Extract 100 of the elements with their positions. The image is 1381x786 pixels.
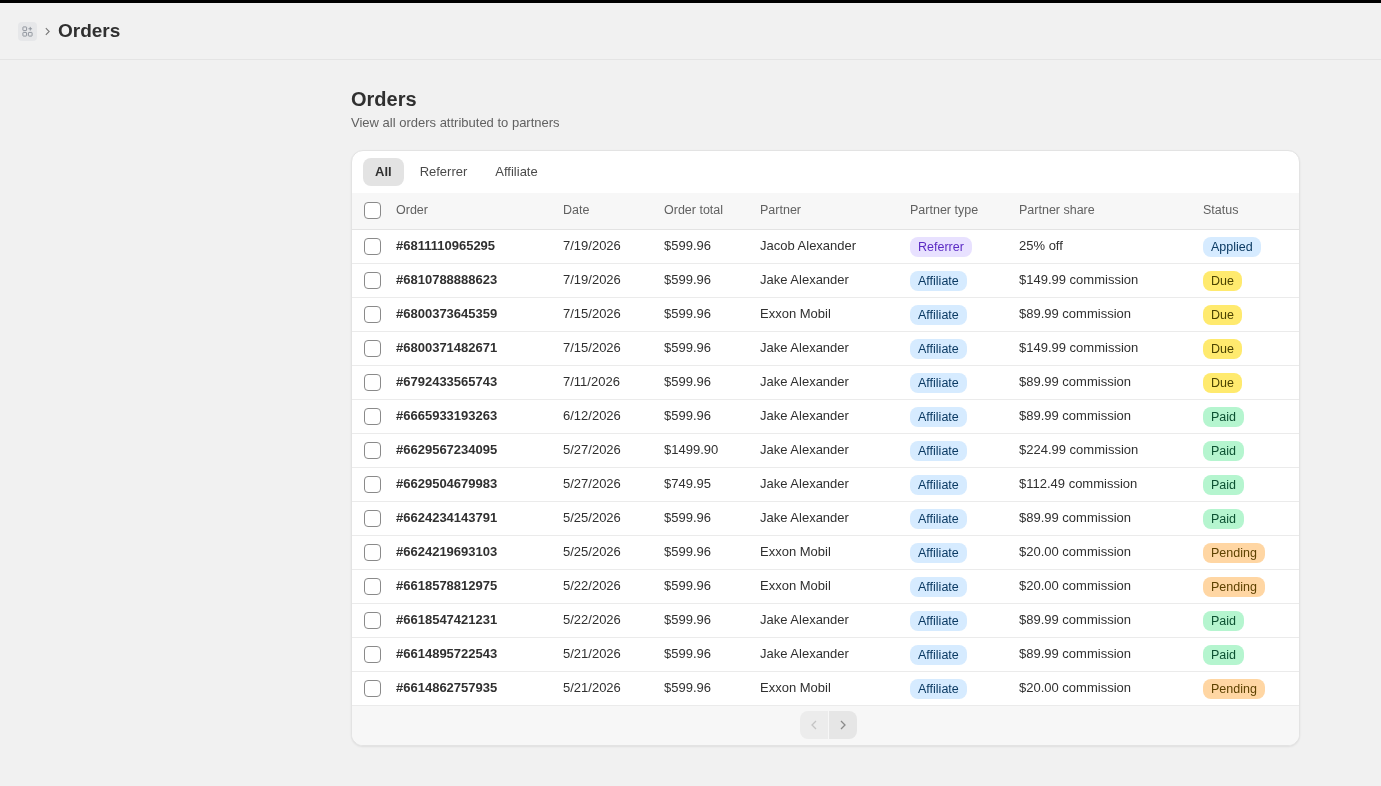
filter-tab[interactable]: Referrer — [407, 157, 480, 186]
partner-share: $149.99 commission — [1019, 271, 1139, 290]
checkbox[interactable] — [364, 305, 381, 323]
partner-name: Jake Alexander — [760, 271, 849, 290]
order-number[interactable]: #6624219693103 — [396, 542, 498, 562]
partner-share: $112.49 commission — [1019, 475, 1138, 494]
order-number[interactable]: #6800371482671 — [396, 338, 498, 358]
partner-share: $89.99 commission — [1019, 305, 1131, 324]
status-badge: Applied — [1203, 237, 1261, 257]
partner-name: Jake Alexander — [760, 441, 849, 460]
order-total: $599.96 — [664, 509, 711, 528]
partner-share: 25% off — [1019, 237, 1063, 256]
filter-tab[interactable]: Affiliate — [483, 157, 550, 186]
checkbox[interactable] — [364, 441, 381, 459]
partner-share: $89.99 commission — [1019, 645, 1131, 664]
partner-type-badge: Affiliate — [910, 305, 967, 325]
column-header: Partner share — [1019, 202, 1095, 220]
order-number[interactable]: #6624234143791 — [396, 508, 498, 528]
order-number[interactable]: #6629504679983 — [396, 474, 498, 494]
checkbox[interactable] — [364, 475, 381, 493]
order-date: 5/21/2026 — [563, 679, 621, 698]
partner-type-badge: Affiliate — [910, 475, 967, 495]
status-badge: Paid — [1203, 475, 1245, 495]
checkbox[interactable] — [364, 543, 381, 561]
order-number[interactable]: #6800373645359 — [396, 304, 498, 324]
status-badge: Paid — [1203, 645, 1245, 665]
order-total: $749.95 — [664, 475, 711, 494]
order-total: $599.96 — [664, 237, 711, 256]
checkbox[interactable] — [364, 509, 381, 527]
checkbox[interactable] — [364, 373, 381, 391]
order-total: $599.96 — [664, 339, 711, 358]
partner-share: $20.00 commission — [1019, 577, 1131, 596]
order-date: 5/25/2026 — [563, 543, 621, 562]
order-total: $599.96 — [664, 611, 711, 630]
checkbox[interactable] — [364, 679, 381, 697]
order-date: 7/15/2026 — [563, 339, 621, 358]
order-number[interactable]: #6811110965295 — [396, 236, 496, 256]
partner-name: Jake Alexander — [760, 475, 849, 494]
order-date: 5/22/2026 — [563, 577, 621, 596]
filter-tab[interactable]: All — [363, 157, 404, 186]
order-total: $599.96 — [664, 543, 711, 562]
partner-type-badge: Referrer — [910, 237, 972, 257]
partner-name: Exxon Mobil — [760, 679, 831, 698]
checkbox[interactable] — [364, 645, 381, 663]
order-number[interactable]: #6629567234095 — [396, 440, 498, 460]
order-date: 7/15/2026 — [563, 305, 621, 324]
partner-share: $89.99 commission — [1019, 407, 1131, 426]
checkbox[interactable] — [364, 202, 381, 219]
status-badge: Pending — [1203, 679, 1265, 699]
order-date: 7/19/2026 — [563, 237, 621, 256]
checkbox[interactable] — [364, 611, 381, 629]
partner-name: Exxon Mobil — [760, 543, 831, 562]
column-header: Partner — [760, 202, 801, 220]
checkbox[interactable] — [364, 237, 381, 255]
partner-name: Jake Alexander — [760, 611, 849, 630]
order-number[interactable]: #6618547421231 — [396, 610, 498, 630]
order-date: 5/21/2026 — [563, 645, 621, 664]
partner-name: Exxon Mobil — [760, 305, 831, 324]
order-date: 5/27/2026 — [563, 441, 621, 460]
order-number[interactable]: #6810788888623 — [396, 270, 498, 290]
order-number[interactable]: #6614862757935 — [396, 678, 498, 698]
checkbox[interactable] — [364, 271, 381, 289]
order-date: 6/12/2026 — [563, 407, 621, 426]
partner-name: Jake Alexander — [760, 645, 849, 664]
order-number[interactable]: #6618578812975 — [396, 576, 498, 596]
partner-type-badge: Affiliate — [910, 611, 967, 631]
apps-icon[interactable] — [18, 21, 37, 41]
partner-type-badge: Affiliate — [910, 645, 967, 665]
checkbox[interactable] — [364, 407, 381, 425]
checkbox[interactable] — [364, 339, 381, 357]
partner-name: Jake Alexander — [760, 509, 849, 528]
partner-type-badge: Affiliate — [910, 373, 967, 393]
partner-type-badge: Affiliate — [910, 407, 967, 427]
order-number[interactable]: #6614895722543 — [396, 644, 498, 664]
partner-type-badge: Affiliate — [910, 679, 967, 699]
order-total: $599.96 — [664, 645, 711, 664]
checkbox[interactable] — [364, 577, 381, 595]
partner-name: Exxon Mobil — [760, 577, 831, 596]
page-subtitle: View all orders attributed to partners — [351, 114, 561, 132]
status-badge: Due — [1203, 271, 1242, 291]
partner-type-badge: Affiliate — [910, 339, 967, 359]
status-badge: Paid — [1203, 611, 1245, 631]
status-badge: Paid — [1203, 441, 1245, 461]
order-total: $599.96 — [664, 373, 711, 392]
page-title: Orders — [351, 87, 418, 111]
status-badge: Paid — [1203, 509, 1245, 529]
partner-share: $224.99 commission — [1019, 441, 1139, 460]
partner-share: $149.99 commission — [1019, 339, 1139, 358]
status-badge: Due — [1203, 373, 1242, 393]
chevron-right-icon — [840, 720, 846, 730]
partner-type-badge: Affiliate — [910, 271, 967, 291]
chevron-right-icon — [45, 26, 50, 36]
breadcrumb-title: Orders — [58, 18, 121, 43]
partner-type-badge: Affiliate — [910, 577, 967, 597]
order-number[interactable]: #6792433565743 — [396, 372, 498, 392]
partner-name: Jake Alexander — [760, 373, 849, 392]
order-number[interactable]: #6665933193263 — [396, 406, 498, 426]
partner-share: $20.00 commission — [1019, 679, 1131, 698]
status-badge: Pending — [1203, 543, 1265, 563]
order-total: $599.96 — [664, 305, 711, 324]
